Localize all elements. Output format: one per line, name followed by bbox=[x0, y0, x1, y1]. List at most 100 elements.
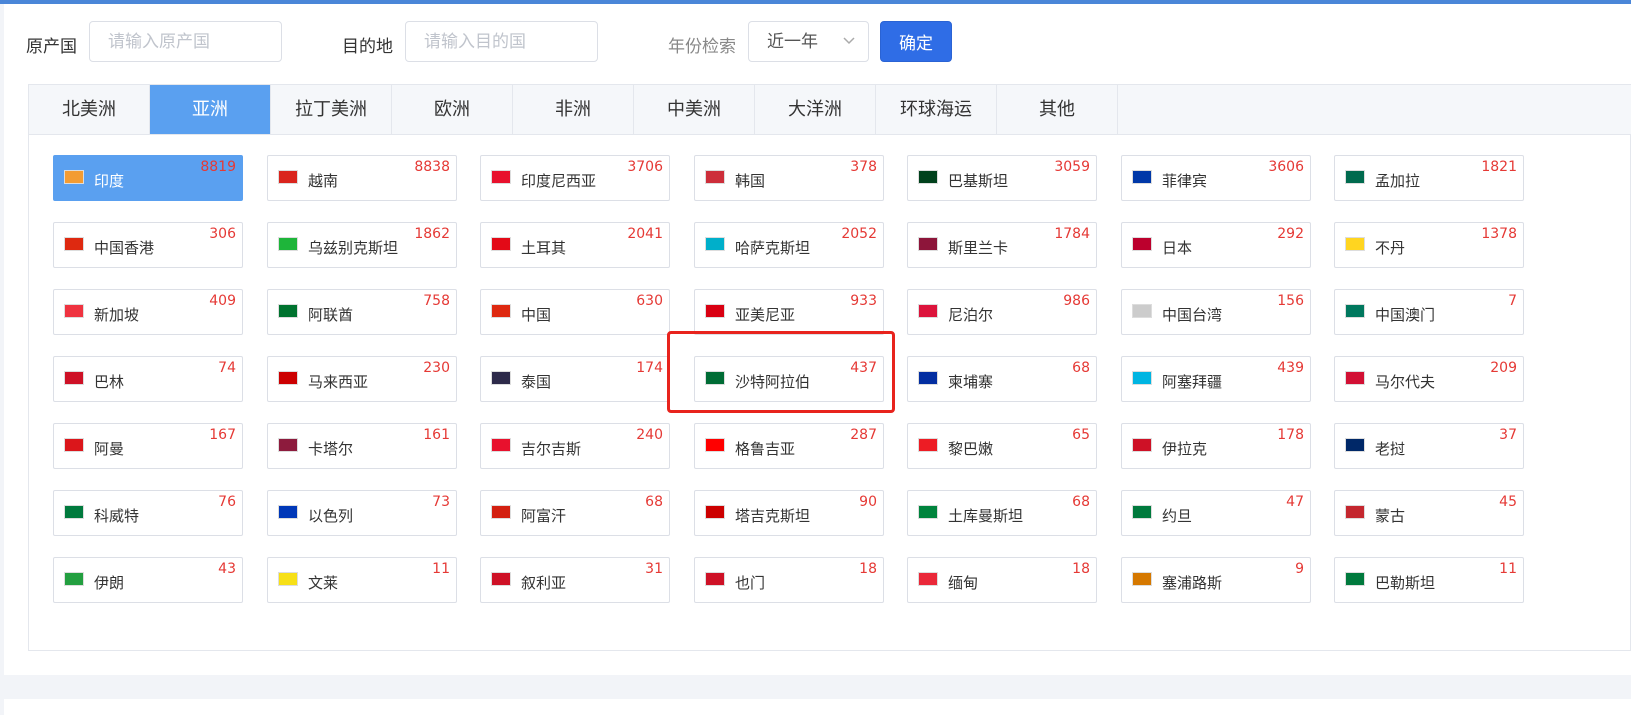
tab-8[interactable]: 其他 bbox=[997, 85, 1118, 134]
flag-icon bbox=[705, 237, 725, 251]
flag-icon bbox=[918, 304, 938, 318]
country-count: 758 bbox=[423, 293, 450, 309]
country-card[interactable]: 马尔代夫 209 bbox=[1334, 356, 1524, 402]
country-card[interactable]: 塞浦路斯 9 bbox=[1121, 557, 1311, 603]
tab-6[interactable]: 大洋洲 bbox=[755, 85, 876, 134]
country-card[interactable]: 叙利亚 31 bbox=[480, 557, 670, 603]
country-card[interactable]: 马来西亚 230 bbox=[267, 356, 457, 402]
country-count: 11 bbox=[432, 561, 450, 577]
country-name: 巴勒斯坦 bbox=[1375, 574, 1436, 592]
country-card[interactable]: 哈萨克斯坦 2052 bbox=[694, 222, 884, 268]
country-card[interactable]: 也门 18 bbox=[694, 557, 884, 603]
country-card[interactable]: 科威特 76 bbox=[53, 490, 243, 536]
flag-icon bbox=[278, 304, 298, 318]
flag-icon bbox=[1132, 170, 1152, 184]
tab-7[interactable]: 环球海运 bbox=[876, 85, 997, 134]
country-count: 1862 bbox=[414, 226, 450, 242]
country-card[interactable]: 阿富汗 68 bbox=[480, 490, 670, 536]
country-card[interactable]: 卡塔尔 161 bbox=[267, 423, 457, 469]
country-name: 卡塔尔 bbox=[308, 440, 354, 458]
confirm-button[interactable]: 确定 bbox=[880, 21, 952, 62]
country-name: 土库曼斯坦 bbox=[948, 507, 1024, 525]
country-card[interactable]: 格鲁吉亚 287 bbox=[694, 423, 884, 469]
flag-icon bbox=[491, 371, 511, 385]
country-name: 蒙古 bbox=[1375, 507, 1406, 525]
country-card[interactable]: 菲律宾 3606 bbox=[1121, 155, 1311, 201]
country-card[interactable]: 孟加拉 1821 bbox=[1334, 155, 1524, 201]
year-select[interactable]: 近一年 bbox=[748, 21, 869, 62]
flag-icon bbox=[918, 371, 938, 385]
country-count: 31 bbox=[645, 561, 663, 577]
country-count: 439 bbox=[1277, 360, 1304, 376]
country-card[interactable]: 泰国 174 bbox=[480, 356, 670, 402]
tab-5[interactable]: 中美洲 bbox=[634, 85, 755, 134]
country-name: 沙特阿拉伯 bbox=[735, 373, 811, 391]
flag-icon bbox=[705, 572, 725, 586]
tab-2[interactable]: 拉丁美洲 bbox=[271, 85, 392, 134]
country-card[interactable]: 约旦 47 bbox=[1121, 490, 1311, 536]
country-name: 印度 bbox=[94, 172, 125, 190]
country-card[interactable]: 文莱 11 bbox=[267, 557, 457, 603]
country-card[interactable]: 巴林 74 bbox=[53, 356, 243, 402]
country-card[interactable]: 中国澳门 7 bbox=[1334, 289, 1524, 335]
country-count: 156 bbox=[1277, 293, 1304, 309]
country-card[interactable]: 巴基斯坦 3059 bbox=[907, 155, 1097, 201]
country-card[interactable]: 阿塞拜疆 439 bbox=[1121, 356, 1311, 402]
country-card[interactable]: 蒙古 45 bbox=[1334, 490, 1524, 536]
country-card[interactable]: 塔吉克斯坦 90 bbox=[694, 490, 884, 536]
tab-0[interactable]: 北美洲 bbox=[29, 85, 150, 134]
country-card[interactable]: 柬埔寨 68 bbox=[907, 356, 1097, 402]
country-card[interactable]: 伊拉克 178 bbox=[1121, 423, 1311, 469]
country-card[interactable]: 巴勒斯坦 11 bbox=[1334, 557, 1524, 603]
country-card[interactable]: 中国 630 bbox=[480, 289, 670, 335]
origin-input[interactable] bbox=[89, 21, 282, 62]
country-name: 塞浦路斯 bbox=[1162, 574, 1223, 592]
country-card[interactable]: 新加坡 409 bbox=[53, 289, 243, 335]
country-count: 68 bbox=[1072, 494, 1090, 510]
bottom-panel bbox=[4, 699, 1631, 715]
country-card[interactable]: 尼泊尔 986 bbox=[907, 289, 1097, 335]
country-card[interactable]: 黎巴嫩 65 bbox=[907, 423, 1097, 469]
country-card[interactable]: 阿联酋 758 bbox=[267, 289, 457, 335]
country-card[interactable]: 伊朗 43 bbox=[53, 557, 243, 603]
country-card[interactable]: 以色列 73 bbox=[267, 490, 457, 536]
country-count: 161 bbox=[423, 427, 450, 443]
flag-icon bbox=[918, 438, 938, 452]
country-name: 菲律宾 bbox=[1162, 172, 1208, 190]
country-count: 65 bbox=[1072, 427, 1090, 443]
country-card[interactable]: 老挝 37 bbox=[1334, 423, 1524, 469]
country-card[interactable]: 印度尼西亚 3706 bbox=[480, 155, 670, 201]
country-name: 印度尼西亚 bbox=[521, 172, 597, 190]
flag-icon bbox=[1132, 237, 1152, 251]
country-count: 933 bbox=[850, 293, 877, 309]
country-card[interactable]: 印度 8819 bbox=[53, 155, 243, 201]
country-count: 18 bbox=[1072, 561, 1090, 577]
country-card[interactable]: 亚美尼亚 933 bbox=[694, 289, 884, 335]
country-card[interactable]: 不丹 1378 bbox=[1334, 222, 1524, 268]
tab-3[interactable]: 欧洲 bbox=[392, 85, 513, 134]
country-name: 约旦 bbox=[1162, 507, 1193, 525]
tab-4[interactable]: 非洲 bbox=[513, 85, 634, 134]
country-name: 中国澳门 bbox=[1375, 306, 1436, 324]
flag-icon bbox=[64, 371, 84, 385]
country-card[interactable]: 斯里兰卡 1784 bbox=[907, 222, 1097, 268]
country-card[interactable]: 中国香港 306 bbox=[53, 222, 243, 268]
country-card[interactable]: 沙特阿拉伯 437 bbox=[694, 356, 884, 402]
country-card[interactable]: 乌兹别克斯坦 1862 bbox=[267, 222, 457, 268]
country-card[interactable]: 吉尔吉斯 240 bbox=[480, 423, 670, 469]
country-name: 文莱 bbox=[308, 574, 339, 592]
country-card[interactable]: 日本 292 bbox=[1121, 222, 1311, 268]
country-card[interactable]: 中国台湾 156 bbox=[1121, 289, 1311, 335]
flag-icon bbox=[64, 170, 84, 184]
country-card[interactable]: 韩国 378 bbox=[694, 155, 884, 201]
country-card[interactable]: 土耳其 2041 bbox=[480, 222, 670, 268]
country-card[interactable]: 土库曼斯坦 68 bbox=[907, 490, 1097, 536]
tab-1[interactable]: 亚洲 bbox=[150, 85, 271, 134]
dest-input[interactable] bbox=[405, 21, 598, 62]
country-card[interactable]: 缅甸 18 bbox=[907, 557, 1097, 603]
country-card[interactable]: 越南 8838 bbox=[267, 155, 457, 201]
country-count: 68 bbox=[1072, 360, 1090, 376]
country-name: 新加坡 bbox=[94, 306, 140, 324]
country-name: 阿联酋 bbox=[308, 306, 354, 324]
country-card[interactable]: 阿曼 167 bbox=[53, 423, 243, 469]
